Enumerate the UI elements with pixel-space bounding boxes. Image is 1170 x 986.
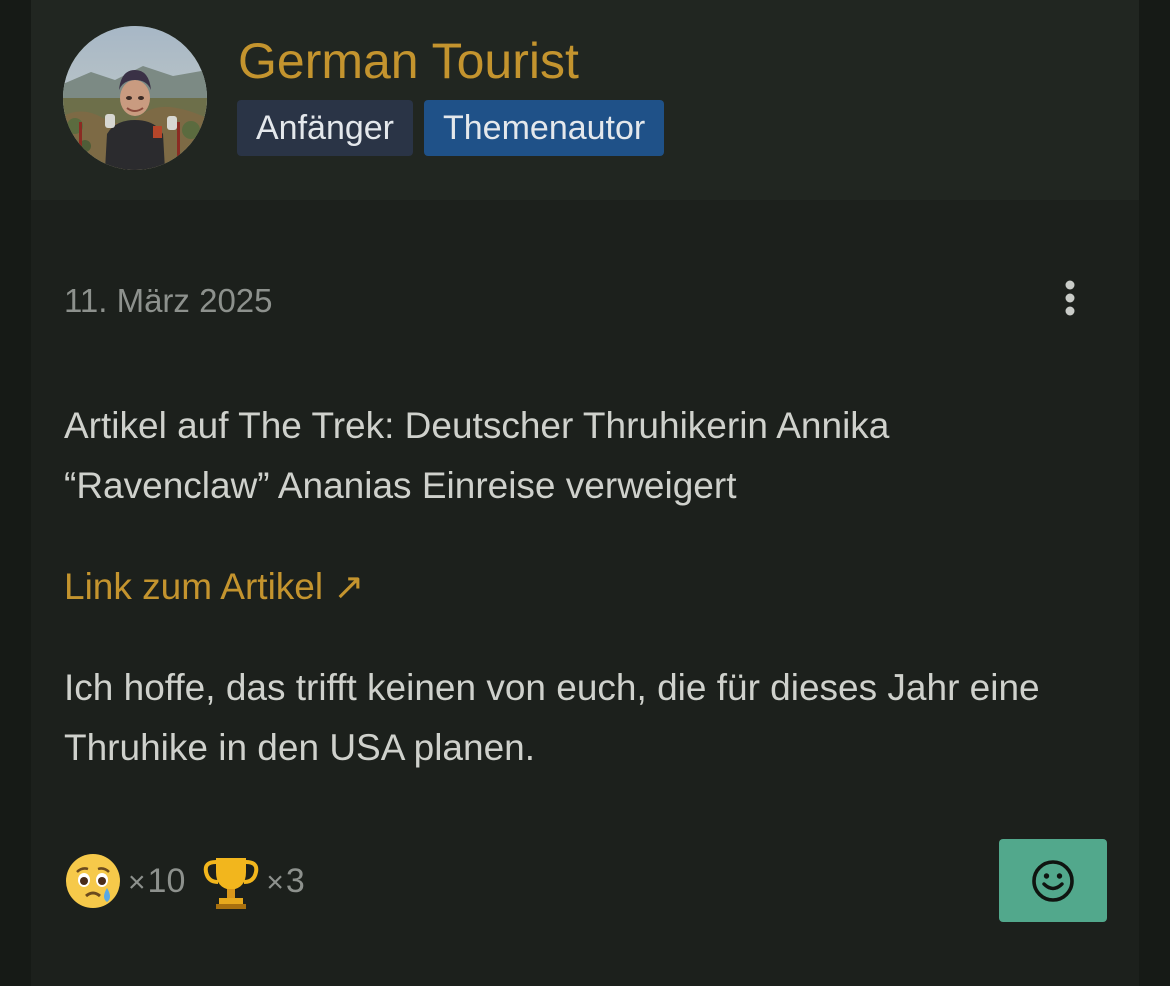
post-paragraph-link: Link zum Artikel ↗ xyxy=(64,557,1074,617)
reaction-count: 3 xyxy=(285,861,305,900)
page: German Tourist Anfänger Themenautor 11. … xyxy=(0,0,1170,986)
article-link[interactable]: Link zum Artikel ↗ xyxy=(64,566,364,607)
avatar-photo xyxy=(63,26,207,170)
post-paragraph-closing: Ich hoffe, das trifft keinen von euch, d… xyxy=(64,667,1040,768)
topic-author-badge: Themenautor xyxy=(424,100,665,156)
post-date[interactable]: 11. März 2025 xyxy=(64,280,273,322)
author-avatar[interactable] xyxy=(63,26,207,170)
vertical-dots-icon xyxy=(1065,280,1075,316)
reaction-times-sign: × xyxy=(128,865,146,899)
smiley-icon xyxy=(1032,859,1074,902)
reaction-crying[interactable]: ×10 xyxy=(64,852,185,910)
post-paragraph-intro: Artikel auf The Trek: Deutscher Thruhike… xyxy=(64,405,890,506)
author-name[interactable]: German Tourist xyxy=(238,30,579,92)
article-link-label: Link zum Artikel xyxy=(64,566,324,607)
reaction-count: 10 xyxy=(147,861,186,900)
post-card: German Tourist Anfänger Themenautor 11. … xyxy=(31,0,1139,986)
reaction-times-sign: × xyxy=(266,865,284,899)
trophy-icon xyxy=(204,858,259,909)
author-header: German Tourist Anfänger Themenautor xyxy=(31,0,1139,200)
external-link-icon: ↗ xyxy=(333,566,365,607)
add-reaction-button[interactable] xyxy=(999,839,1107,922)
crying-face-icon xyxy=(66,854,120,908)
reaction-trophy[interactable]: ×3 xyxy=(202,852,305,910)
rank-badge: Anfänger xyxy=(237,100,413,156)
post-body: Artikel auf The Trek: Deutscher Thruhike… xyxy=(64,396,1074,778)
author-badges: Anfänger Themenautor xyxy=(237,100,665,156)
reaction-summary: ×10 ×3 xyxy=(64,850,305,912)
post-menu-button[interactable] xyxy=(1049,274,1091,322)
